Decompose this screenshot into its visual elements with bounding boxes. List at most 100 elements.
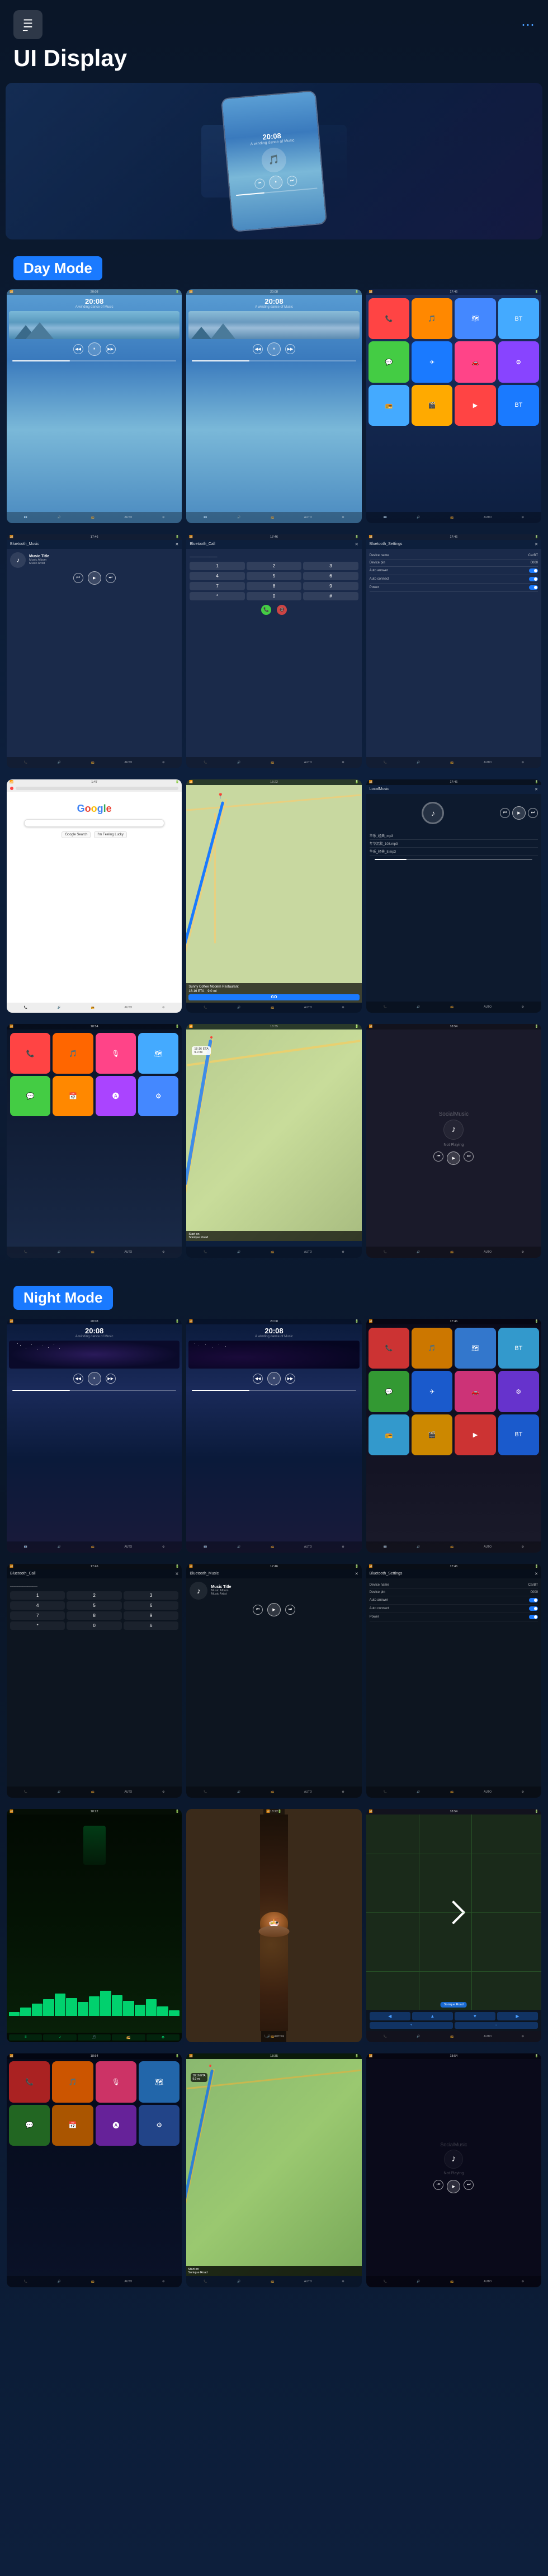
dots-menu-button[interactable]: ⋯ [521, 17, 535, 33]
hero-play-btn[interactable]: ⏸ [268, 175, 283, 190]
hangup-btn[interactable]: 📵 [277, 605, 287, 615]
local-prev[interactable]: ⏮ [500, 808, 510, 818]
night-auto-answer-toggle[interactable] [529, 1598, 538, 1602]
bottom-bar-launcher[interactable]: 📧 🔊 📻 AUTO ⚙ [366, 512, 541, 523]
next-btn-2[interactable]: ▶▶ [285, 344, 295, 354]
dial-7[interactable]: 7 [190, 582, 244, 590]
eq-icon-2[interactable]: ♪ [43, 2034, 76, 2041]
dial-6[interactable]: 6 [303, 572, 358, 580]
night-bottom-1[interactable]: 📧 🔊 📻 AUTO ⚙ [7, 1541, 182, 1553]
call-btn[interactable]: 📞 [261, 605, 271, 615]
night-bt-call-bottom[interactable]: 📞 🔊 📻 AUTO ⚙ [7, 1787, 182, 1798]
bt-settings-bottom[interactable]: 📞 🔊 📻 AUTO ⚙ [366, 757, 541, 768]
map-bottom[interactable]: 📞 🔊 📻 AUTO ⚙ [186, 1003, 361, 1013]
night-prev-1[interactable]: ◀◀ [73, 1374, 83, 1384]
nl-car[interactable]: 🚗 [455, 1371, 495, 1412]
ncp-music[interactable]: 🎵 [52, 2061, 93, 2102]
hero-prev-btn[interactable]: ⏮ [254, 178, 266, 190]
night-map-bottom[interactable]: 📞 🔊 📻 AUTO ⚙ [186, 2276, 361, 2287]
night-bt-play[interactable]: ▶ [267, 1603, 281, 1616]
google-search-bar[interactable] [24, 819, 164, 827]
youtube-icon[interactable]: ▶ [455, 385, 495, 426]
dial-5[interactable]: 5 [247, 572, 301, 580]
night-dial-hash[interactable]: # [124, 1621, 178, 1630]
bt-music-bottom[interactable]: 📞 🔊 📻 AUTO ⚙ [7, 757, 182, 768]
nl-bt[interactable]: BT [498, 1328, 539, 1369]
nl-radio[interactable]: 📻 [369, 1414, 409, 1455]
carplay-bottom[interactable]: 📞 🔊 📻 AUTO ⚙ [7, 1247, 182, 1258]
cp-maps-icon[interactable]: 🗺 [138, 1033, 178, 1073]
ncp-msg[interactable]: 💬 [9, 2105, 50, 2146]
phone-app-icon[interactable]: 📞 [369, 298, 409, 339]
turn-ctrl-3[interactable]: ▼ [455, 2012, 495, 2020]
nl-bt2[interactable]: BT [498, 1414, 539, 1455]
night-bt-settings-bottom[interactable]: 📞 🔊 📻 AUTO ⚙ [366, 1787, 541, 1798]
ncp-phone[interactable]: 📞 [9, 2061, 50, 2102]
bt-play[interactable]: ▶ [88, 571, 101, 585]
night-bottom-2[interactable]: 📧 🔊 📻 AUTO ⚙ [186, 1541, 361, 1553]
carplay-icon[interactable]: 🚗 [455, 341, 495, 382]
bt-app-icon[interactable]: BT [498, 298, 539, 339]
bt-settings-close[interactable]: ✕ [535, 542, 538, 547]
night-dial-9[interactable]: 9 [124, 1611, 178, 1620]
carbt-icon[interactable]: BT [498, 385, 539, 426]
go-button[interactable]: GO [188, 994, 359, 1000]
ncp-app[interactable]: 🅐 [96, 2105, 136, 2146]
night-photo-bottom[interactable]: 📞 🔊 📻 AUTO ⚙ [261, 2031, 286, 2042]
night-np-next[interactable]: ⏭ [464, 2180, 474, 2190]
play-btn-1[interactable]: ⏸ [88, 342, 101, 356]
night-bt-music-bottom[interactable]: 📞 🔊 📻 AUTO ⚙ [186, 1787, 361, 1798]
bt-next[interactable]: ⏭ [106, 573, 116, 583]
night-np-bottom[interactable]: 📞 🔊 📻 AUTO ⚙ [366, 2276, 541, 2287]
night-bt-call-close[interactable]: ✕ [175, 1572, 178, 1576]
night-bt-music-close[interactable]: ✕ [355, 1572, 358, 1576]
telegram-icon[interactable]: ✈ [412, 341, 452, 382]
night-dial-7[interactable]: 7 [10, 1611, 65, 1620]
eq-icon-5[interactable]: ⚙ [147, 2034, 179, 2041]
auto-connect-toggle[interactable] [529, 577, 538, 581]
logo-button[interactable]: ☰━━ [13, 10, 42, 39]
dial-hash[interactable]: # [303, 592, 358, 600]
google-search-btn[interactable]: Google Search [62, 831, 91, 838]
turn-zoom-out[interactable]: − [455, 2022, 538, 2029]
turn-ctrl-4[interactable]: ▶ [497, 2012, 538, 2020]
cp-calendar-icon[interactable]: 📅 [53, 1076, 93, 1116]
video-icon[interactable]: 🎬 [412, 385, 452, 426]
prev-btn-1[interactable]: ◀◀ [73, 344, 83, 354]
power-toggle[interactable] [529, 585, 538, 590]
ncp-maps[interactable]: 🗺 [139, 2061, 179, 2102]
night-np-play[interactable]: ▶ [447, 2180, 460, 2193]
nav-bottom[interactable]: 📞 🔊 📻 AUTO ⚙ [186, 1247, 361, 1258]
cp-phone-icon[interactable]: 📞 [10, 1033, 50, 1073]
night-bt-prev[interactable]: ⏮ [253, 1605, 263, 1615]
cp-messages-icon[interactable]: 💬 [10, 1076, 50, 1116]
dial-4[interactable]: 4 [190, 572, 244, 580]
bottom-bar-2[interactable]: 📧 🔊 📻 AUTO ⚙ [186, 512, 361, 523]
local-play[interactable]: ▶ [512, 806, 526, 820]
night-play-2[interactable]: ⏸ [267, 1372, 281, 1385]
dial-2[interactable]: 2 [247, 562, 301, 570]
night-bt-settings-close[interactable]: ✕ [535, 1572, 538, 1576]
wechat-icon[interactable]: 💬 [369, 341, 409, 382]
nl-settings[interactable]: ⚙ [498, 1371, 539, 1412]
nl-chat[interactable]: 💬 [369, 1371, 409, 1412]
np-prev[interactable]: ⏮ [433, 1151, 443, 1162]
settings-icon-app[interactable]: ⚙ [498, 341, 539, 382]
map-app-icon[interactable]: 🗺 [455, 298, 495, 339]
eq-icon-1[interactable]: ≡ [9, 2034, 42, 2041]
music-app-icon[interactable]: 🎵 [412, 298, 452, 339]
google-bottom[interactable]: 📞 🔊 📻 AUTO ⚙ [7, 1003, 182, 1013]
bt-call-close[interactable]: ✕ [355, 542, 358, 547]
night-prev-2[interactable]: ◀◀ [253, 1374, 263, 1384]
cp-music-icon[interactable]: 🎵 [53, 1033, 93, 1073]
nl-map[interactable]: 🗺 [455, 1328, 495, 1369]
bt-music-close[interactable]: ✕ [175, 542, 178, 547]
night-dial-3[interactable]: 3 [124, 1591, 178, 1600]
night-launcher-bottom[interactable]: 📧 🔊 📻 AUTO ⚙ [366, 1541, 541, 1553]
radio-icon[interactable]: 📻 [369, 385, 409, 426]
night-np-prev[interactable]: ⏮ [433, 2180, 443, 2190]
night-dial-4[interactable]: 4 [10, 1601, 65, 1610]
dial-1[interactable]: 1 [190, 562, 244, 570]
dial-0[interactable]: 0 [247, 592, 301, 600]
local-track-1[interactable]: 华乐_经典_mp3 [370, 832, 538, 840]
